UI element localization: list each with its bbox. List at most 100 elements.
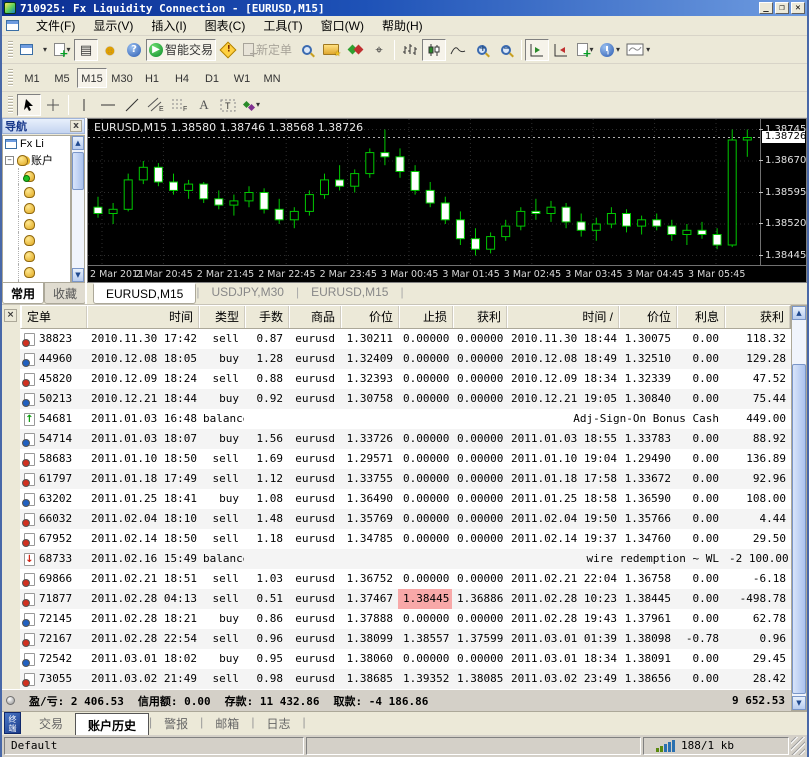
- trendline-button[interactable]: [120, 94, 144, 116]
- menu-item-3[interactable]: 图表(C): [196, 15, 255, 36]
- table-row[interactable]: 72167 2011.02.28 22:54 sell 0.96 eurusd 1.380…: [20, 629, 791, 649]
- resize-grip[interactable]: [791, 737, 805, 755]
- candlestick-button[interactable]: [422, 38, 447, 61]
- toolbar-grip[interactable]: [8, 68, 13, 87]
- close-button[interactable]: ✕: [791, 2, 805, 14]
- new-chart-button[interactable]: ▾: [17, 39, 50, 61]
- channel-button[interactable]: E: [144, 94, 168, 116]
- table-row[interactable]: 44960 2010.12.08 18:05 buy 1.28 eurusd 1.3240…: [20, 349, 791, 369]
- column-header-7[interactable]: 获利: [453, 306, 507, 328]
- column-header-2[interactable]: 类型: [199, 306, 245, 328]
- table-row[interactable]: 45820 2010.12.09 18:24 sell 0.88 eurusd 1.323…: [20, 369, 791, 389]
- maximize-button[interactable]: ❐: [775, 2, 789, 14]
- timeframe-m15[interactable]: M15: [77, 67, 107, 88]
- column-header-9[interactable]: 价位: [619, 306, 677, 328]
- timeframe-d1[interactable]: D1: [197, 68, 227, 88]
- table-row[interactable]: 71877 2011.02.28 04:13 sell 0.51 eurusd 1.374…: [20, 589, 791, 609]
- menu-item-5[interactable]: 窗口(W): [312, 15, 373, 36]
- text-button[interactable]: A: [192, 94, 216, 116]
- navigator-close-icon[interactable]: x: [70, 120, 82, 132]
- chart-area[interactable]: EURUSD,M15 1.38580 1.38746 1.38568 1.387…: [87, 118, 807, 283]
- vline-button[interactable]: [72, 94, 96, 116]
- toolbar-grip[interactable]: [8, 95, 13, 114]
- terminal-tab-0[interactable]: 交易: [27, 712, 75, 735]
- timeframe-m30[interactable]: M30: [107, 68, 137, 88]
- scrollbar-thumb[interactable]: [72, 152, 84, 190]
- terminal-tab-3[interactable]: 邮箱: [203, 712, 251, 735]
- timeframe-m5[interactable]: M5: [47, 68, 77, 88]
- profiles-button[interactable]: ▾: [50, 39, 74, 61]
- expert-advisors-button[interactable]: ▶ 智能交易: [146, 38, 217, 61]
- strategy-tester-button[interactable]: [295, 39, 319, 61]
- bar-chart-button[interactable]: [398, 39, 422, 61]
- column-header-10[interactable]: 利息: [677, 306, 725, 328]
- text-label-button[interactable]: T: [216, 94, 240, 116]
- cursor-button[interactable]: [17, 93, 41, 116]
- column-header-11[interactable]: 获利: [725, 306, 790, 328]
- table-row[interactable]: 50213 2010.12.21 18:44 buy 0.92 eurusd 1.3075…: [20, 389, 791, 409]
- price-scale[interactable]: 1.38745 1.38670 1.38595 1.38520 1.38445 1.387…: [758, 119, 806, 266]
- chart-shift-button[interactable]: [549, 39, 573, 61]
- zoom-in-button[interactable]: +: [470, 39, 494, 61]
- profile-panel[interactable]: Default: [4, 737, 304, 755]
- menu-item-1[interactable]: 显示(V): [84, 15, 142, 36]
- auto-scroll-button[interactable]: [525, 38, 550, 61]
- scroll-down-icon[interactable]: ▼: [792, 696, 806, 710]
- menu-item-2[interactable]: 插入(I): [142, 15, 195, 36]
- nav-account-item[interactable]: [3, 264, 70, 280]
- table-row[interactable]: 63202 2011.01.25 18:41 buy 1.08 eurusd 1.3649…: [20, 489, 791, 509]
- terminal-tab-2[interactable]: 警报: [152, 712, 200, 735]
- templates-button[interactable]: ▾: [623, 39, 653, 61]
- terminal-close-icon[interactable]: ×: [4, 309, 17, 322]
- chart-tab-2[interactable]: EURUSD,M15: [299, 283, 400, 301]
- column-header-5[interactable]: 价位: [341, 306, 399, 328]
- terminal-tab-4[interactable]: 日志: [254, 712, 302, 735]
- line-chart-button[interactable]: [446, 39, 470, 61]
- minimize-button[interactable]: _: [759, 2, 773, 14]
- table-row[interactable]: 72145 2011.02.28 18:21 buy 0.86 eurusd 1.3788…: [20, 609, 791, 629]
- column-header-0[interactable]: 定单: [21, 306, 87, 328]
- nav-account-item[interactable]: [3, 232, 70, 248]
- navigator-button[interactable]: ☻: [98, 39, 122, 61]
- nav-accounts-group[interactable]: − 账户: [3, 152, 70, 168]
- table-row[interactable]: 58683 2011.01.10 18:50 sell 1.69 eurusd 1.295…: [20, 449, 791, 469]
- navigator-scrollbar[interactable]: ▲ ▼: [71, 135, 85, 283]
- scroll-up-icon[interactable]: ▲: [72, 136, 84, 150]
- table-row[interactable]: 54714 2011.01.03 18:07 buy 1.56 eurusd 1.3372…: [20, 429, 791, 449]
- table-row[interactable]: 69866 2011.02.21 18:51 sell 1.03 eurusd 1.367…: [20, 569, 791, 589]
- table-row[interactable]: ↑ 54681 2011.01.03 16:48 balance Adj-Sign-On…: [20, 409, 791, 429]
- nav-account-item[interactable]: [3, 200, 70, 216]
- fibonacci-button[interactable]: F: [168, 94, 192, 116]
- crosshair-tool-button[interactable]: [41, 94, 65, 116]
- favorites-button[interactable]: [319, 39, 343, 61]
- crosshair-button[interactable]: ⌖: [367, 39, 391, 61]
- table-row[interactable]: 73055 2011.03.02 21:49 sell 0.98 eurusd 1.386…: [20, 669, 791, 689]
- column-header-8[interactable]: 时间 /: [507, 306, 619, 328]
- nav-account-item[interactable]: [3, 248, 70, 264]
- timeframe-m1[interactable]: M1: [17, 68, 47, 88]
- scrollbar-thumb[interactable]: [792, 364, 806, 694]
- alert-button[interactable]: [216, 39, 240, 61]
- indicators-button[interactable]: ▾: [573, 39, 597, 61]
- collapse-icon[interactable]: −: [5, 155, 14, 165]
- terminal-dock-icon[interactable]: 终端: [4, 712, 21, 734]
- zoom-out-button[interactable]: −: [494, 39, 518, 61]
- nav-account-item[interactable]: [3, 184, 70, 200]
- chart-tab-0[interactable]: EURUSD,M15: [93, 283, 197, 304]
- history-scrollbar[interactable]: ▲ ▼: [791, 305, 807, 711]
- timeframe-h1[interactable]: H1: [137, 68, 167, 88]
- column-header-3[interactable]: 手数: [245, 306, 289, 328]
- table-row[interactable]: 66032 2011.02.04 18:10 sell 1.48 eurusd 1.357…: [20, 509, 791, 529]
- nav-tab-常用[interactable]: 常用: [2, 283, 45, 304]
- hline-button[interactable]: [96, 94, 120, 116]
- column-header-1[interactable]: 时间: [87, 306, 199, 328]
- arrows-button[interactable]: ▾: [240, 94, 264, 116]
- menu-item-0[interactable]: 文件(F): [27, 15, 84, 36]
- table-row[interactable]: 61797 2011.01.18 17:49 sell 1.12 eurusd 1.337…: [20, 469, 791, 489]
- nav-tab-收藏[interactable]: 收藏: [44, 283, 85, 304]
- help-button[interactable]: ?: [122, 39, 146, 61]
- toolbar-grip[interactable]: [8, 40, 13, 59]
- periods-button[interactable]: ▾: [597, 39, 623, 61]
- timeframe-w1[interactable]: W1: [227, 68, 257, 88]
- table-row[interactable]: 72542 2011.03.01 18:02 buy 0.95 eurusd 1.3806…: [20, 649, 791, 669]
